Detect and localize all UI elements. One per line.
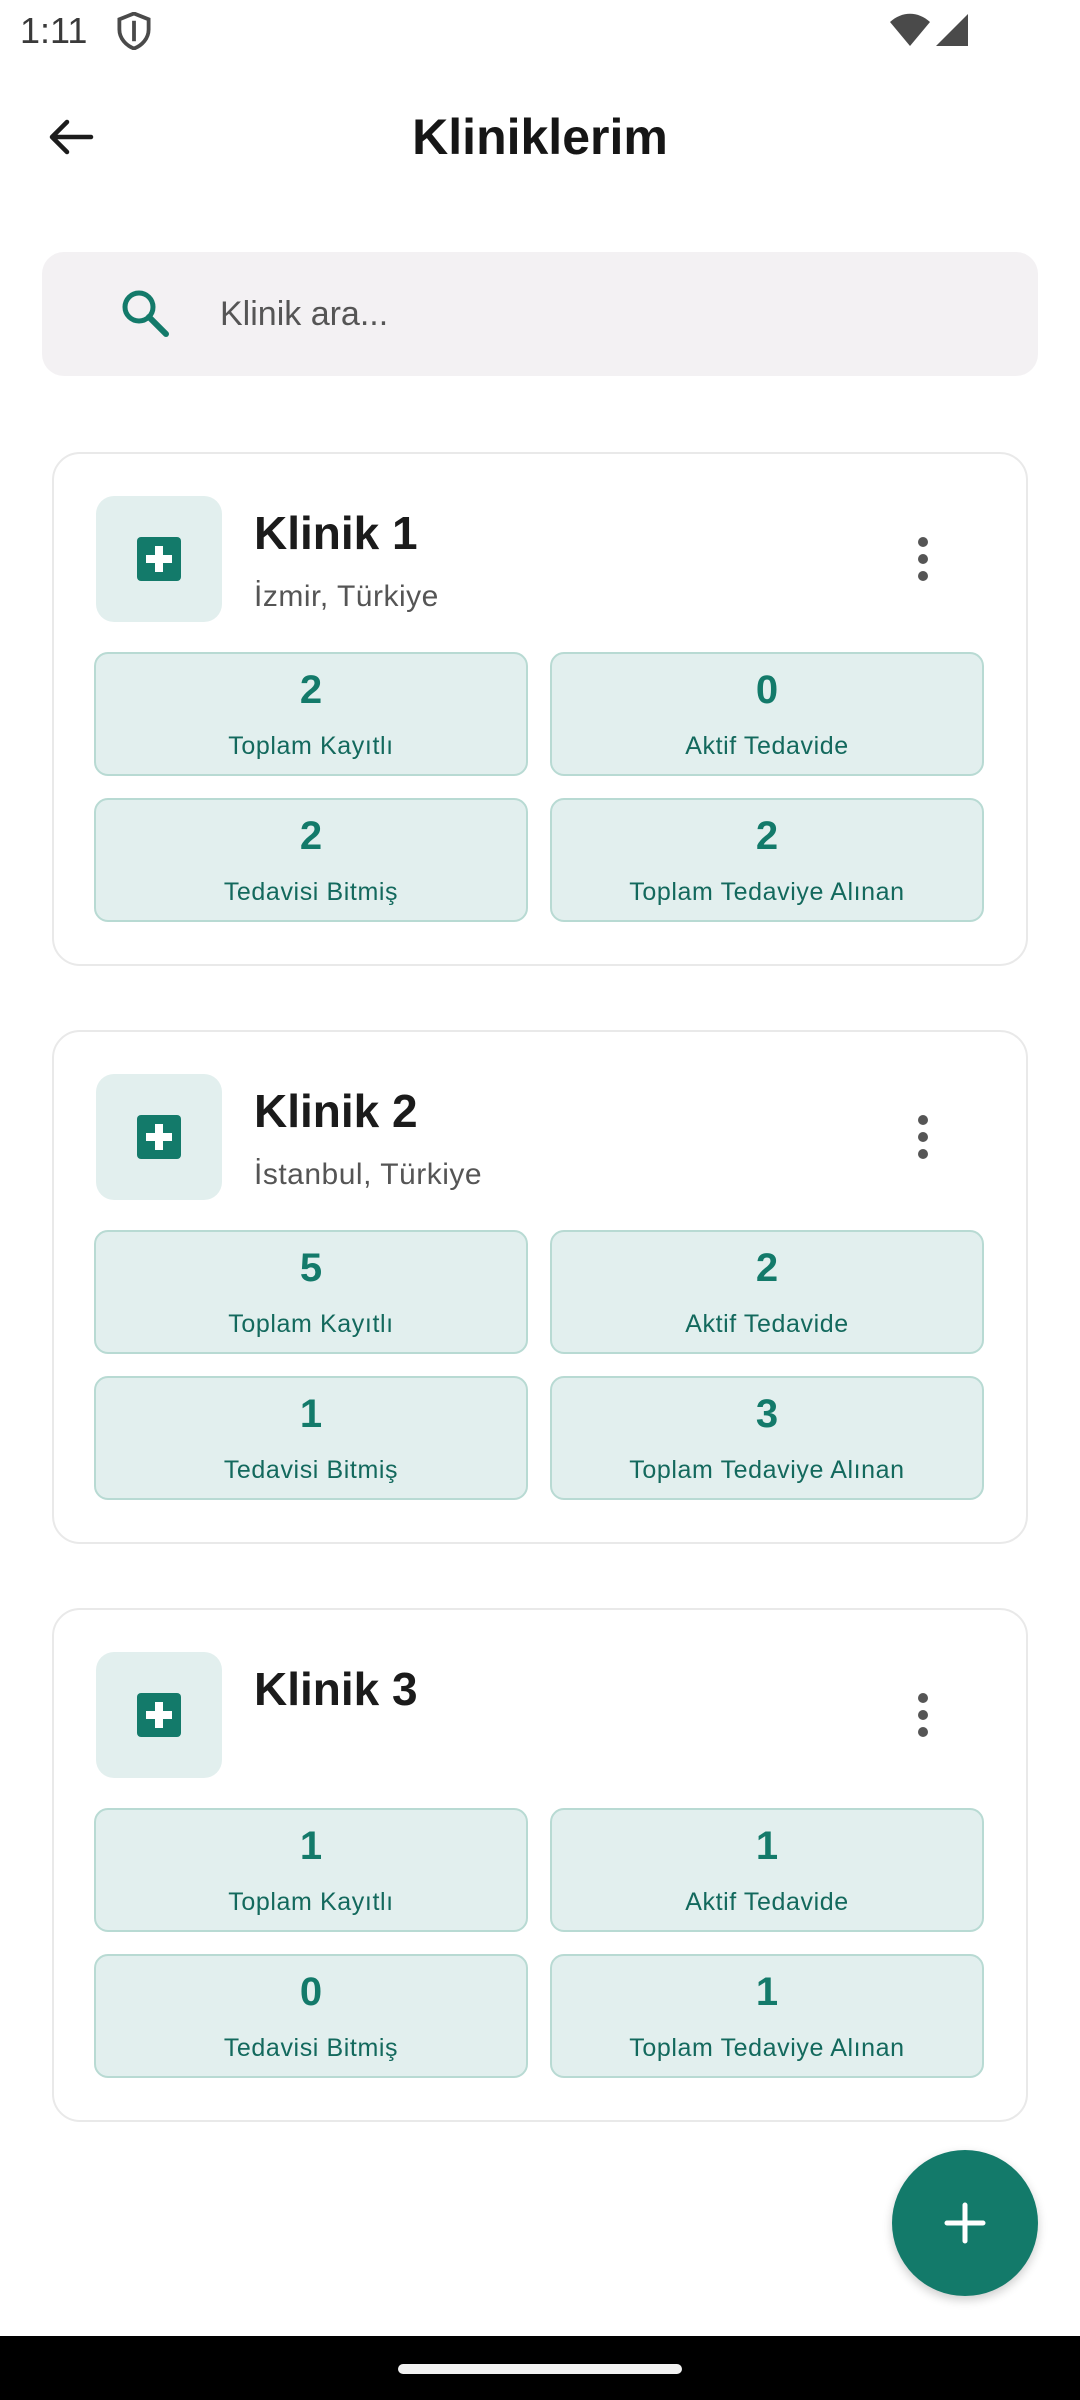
clinic-card[interactable]: Klinik 2 İstanbul, Türkiye 5 Toplam Kayı… (52, 1030, 1028, 1544)
stat-tile: 1 Tedavisi Bitmiş (94, 1376, 528, 1500)
stat-value: 2 (755, 814, 779, 858)
search-icon (122, 290, 169, 337)
clinic-location: İzmir, Türkiye (254, 580, 439, 613)
stat-label: Tedavisi Bitmiş (223, 878, 399, 906)
stat-value: 2 (299, 814, 323, 858)
clinic-icon-tile (96, 1652, 222, 1778)
stat-tile: 0 Tedavisi Bitmiş (94, 1954, 528, 2078)
add-clinic-button[interactable] (892, 2150, 1038, 2296)
stat-tile: 1 Aktif Tedavide (550, 1808, 984, 1932)
status-bar: 1:11 (0, 0, 1080, 62)
signal-icon (936, 14, 968, 46)
stat-tile: 1 Toplam Kayıtlı (94, 1808, 528, 1932)
stat-tile: 0 Aktif Tedavide (550, 652, 984, 776)
stat-label: Toplam Kayıtlı (228, 1888, 394, 1916)
more-options-button[interactable] (888, 1102, 958, 1172)
search-input[interactable] (220, 282, 1000, 346)
clinic-icon-tile (96, 1074, 222, 1200)
clinic-icon-tile (96, 496, 222, 622)
more-vert-icon (918, 1693, 928, 1737)
status-time: 1:11 (20, 10, 88, 51)
stat-value: 2 (755, 1246, 779, 1290)
clinic-location: İstanbul, Türkiye (254, 1158, 483, 1191)
stat-tile: 2 Toplam Tedaviye Alınan (550, 798, 984, 922)
clinic-name: Klinik 1 (254, 507, 418, 559)
more-vert-icon (918, 537, 928, 581)
clinic-name: Klinik 2 (254, 1085, 418, 1137)
stat-label: Toplam Kayıtlı (228, 732, 394, 760)
stat-value: 0 (299, 1970, 323, 2014)
stat-label: Toplam Tedaviye Alınan (629, 878, 905, 906)
stat-value: 0 (755, 668, 779, 712)
stat-value: 1 (755, 1970, 779, 2014)
stat-value: 3 (755, 1392, 779, 1436)
screen: 1:11 Kliniklerim Klinik ara... Klinik 1 … (0, 0, 1080, 2400)
search-box[interactable] (42, 252, 1038, 376)
stat-tile: 2 Toplam Kayıtlı (94, 652, 528, 776)
clinic-card[interactable]: Klinik 3 1 Toplam Kayıtlı 1 Aktif Tedavi… (52, 1608, 1028, 2122)
stat-label: Tedavisi Bitmiş (223, 1456, 399, 1484)
stat-tile: 2 Aktif Tedavide (550, 1230, 984, 1354)
stat-label: Toplam Tedaviye Alınan (629, 2034, 905, 2062)
more-options-button[interactable] (888, 1680, 958, 1750)
stat-label: Aktif Tedavide (685, 1310, 849, 1338)
medical-cross-icon (137, 1693, 181, 1737)
stat-tile: 3 Toplam Tedaviye Alınan (550, 1376, 984, 1500)
more-options-button[interactable] (888, 524, 958, 594)
stat-tile: 1 Toplam Tedaviye Alınan (550, 1954, 984, 2078)
app-bar: Kliniklerim (0, 80, 1080, 192)
plus-icon (944, 2202, 986, 2244)
stat-label: Toplam Kayıtlı (228, 1310, 394, 1338)
stat-tile: 5 Toplam Kayıtlı (94, 1230, 528, 1354)
wifi-icon (890, 13, 930, 46)
more-vert-icon (918, 1115, 928, 1159)
medical-cross-icon (137, 1115, 181, 1159)
page-title: Kliniklerim (412, 109, 668, 165)
stat-label: Tedavisi Bitmiş (223, 2034, 399, 2062)
clinic-name: Klinik 3 (254, 1663, 418, 1715)
stat-label: Aktif Tedavide (685, 1888, 849, 1916)
shield-icon (117, 12, 151, 50)
stat-value: 1 (299, 1392, 323, 1436)
stat-label: Aktif Tedavide (685, 732, 849, 760)
medical-cross-icon (137, 537, 181, 581)
stat-value: 5 (299, 1246, 323, 1290)
stat-value: 2 (299, 668, 323, 712)
stat-tile: 2 Tedavisi Bitmiş (94, 798, 528, 922)
home-indicator[interactable] (398, 2364, 682, 2374)
stat-value: 1 (755, 1824, 779, 1868)
clinic-card[interactable]: Klinik 1 İzmir, Türkiye 2 Toplam Kayıtlı… (52, 452, 1028, 966)
stat-value: 1 (299, 1824, 323, 1868)
stat-label: Toplam Tedaviye Alınan (629, 1456, 905, 1484)
